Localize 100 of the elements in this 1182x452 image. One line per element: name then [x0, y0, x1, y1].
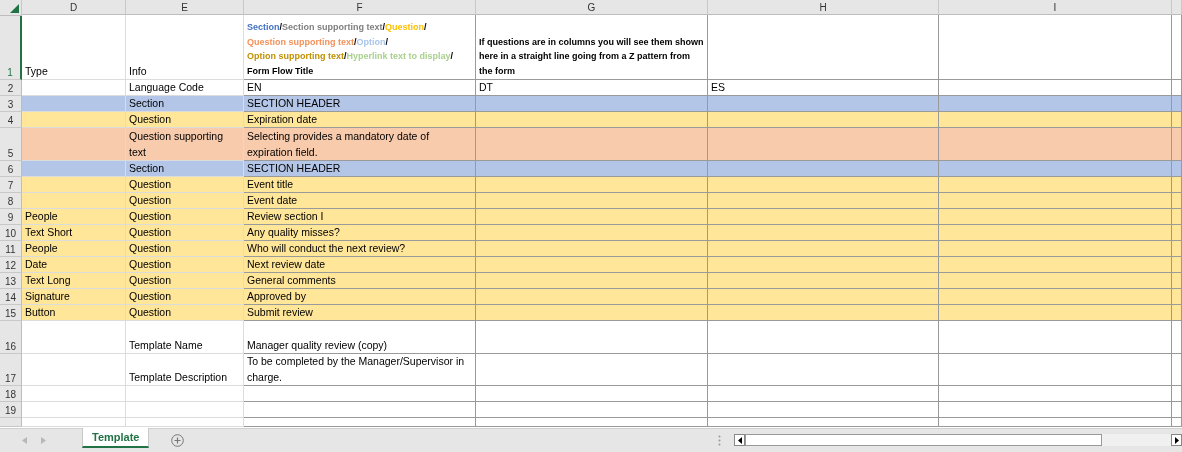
row-header[interactable]: 16: [0, 321, 22, 354]
table-cell: Submit review: [244, 305, 476, 321]
table-cell: SECTION HEADER: [244, 161, 476, 177]
table-cell: General comments: [244, 273, 476, 289]
table-cell: Type: [22, 15, 126, 80]
column-header[interactable]: H: [708, 0, 939, 15]
table-cell: Selecting provides a mandatory date of expiration field.: [244, 128, 476, 161]
table-cell: [1172, 128, 1182, 161]
cell-text: /: [450, 50, 454, 63]
table-cell: Next review date: [244, 257, 476, 273]
table-cell: SECTION HEADER: [244, 96, 476, 112]
table-cell: [1172, 177, 1182, 193]
row-header[interactable]: 9: [0, 209, 22, 225]
table-cell: People: [22, 241, 126, 257]
table-cell: [1172, 193, 1182, 209]
table-cell: Question: [126, 112, 244, 128]
table-cell: Section: [126, 161, 244, 177]
table-cell: Question: [126, 241, 244, 257]
table-cell: [1172, 209, 1182, 225]
splitter-handle-icon[interactable]: [718, 435, 721, 446]
table-cell: Manager quality review (copy): [244, 321, 476, 354]
row-header[interactable]: 2: [0, 80, 22, 96]
table-cell: [1172, 418, 1182, 427]
row-header[interactable]: 12: [0, 257, 22, 273]
row-header[interactable]: 11: [0, 241, 22, 257]
row-header[interactable]: 1: [0, 15, 22, 80]
table-cell: [1172, 225, 1182, 241]
table-cell: Question: [126, 273, 244, 289]
table-cell: Template Name: [126, 321, 244, 354]
cell-text: /: [354, 35, 357, 49]
cell-text: Option supporting text: [247, 50, 344, 63]
table-cell: [1172, 96, 1182, 112]
table-cell: [1172, 289, 1182, 305]
table-cell: [1172, 354, 1182, 386]
column-header[interactable]: D: [22, 0, 126, 15]
cell-text: /: [424, 21, 427, 34]
table-cell: [1172, 321, 1182, 354]
row-header[interactable]: 15: [0, 305, 22, 321]
table-cell: Question: [126, 289, 244, 305]
table-cell: Event date: [244, 193, 476, 209]
column-header[interactable]: F: [244, 0, 476, 15]
cell-text: Section supporting text: [282, 21, 383, 34]
add-sheet-icon[interactable]: [171, 434, 185, 447]
row-header[interactable]: 10: [0, 225, 22, 241]
table-cell: Question: [126, 257, 244, 273]
row-header[interactable]: 18: [0, 386, 22, 402]
table-cell: [1172, 402, 1182, 418]
table-cell: Button: [22, 305, 126, 321]
table-cell: Question: [126, 225, 244, 241]
row-header[interactable]: 14: [0, 289, 22, 305]
row-header[interactable]: 8: [0, 193, 22, 209]
select-all-icon[interactable]: [10, 4, 19, 13]
table-cell: Section: [126, 96, 244, 112]
cell-text: Question supporting text: [247, 35, 354, 49]
table-cell: To be completed by the Manager/Supervisor in charge.: [244, 354, 476, 386]
horizontal-scrollbar[interactable]: [734, 434, 1182, 446]
table-cell: Event title: [244, 177, 476, 193]
cell-text: Form Flow Title: [247, 64, 314, 78]
table-cell: Template Description: [126, 354, 244, 386]
column-header[interactable]: G: [476, 0, 708, 15]
cell-text: /: [279, 21, 283, 34]
table-cell: Review section I: [244, 209, 476, 225]
column-header[interactable]: I: [939, 0, 1172, 15]
table-cell: People: [22, 209, 126, 225]
table-cell: Text Long: [22, 273, 126, 289]
table-cell: Question: [126, 209, 244, 225]
row-header[interactable]: 6: [0, 161, 22, 177]
table-cell: Text Short: [22, 225, 126, 241]
table-cell: [1172, 241, 1182, 257]
row-header[interactable]: 19: [0, 402, 22, 418]
table-cell: If questions are in columns you will see them shown here in a straight line going from a Z pattern from the form: [476, 15, 708, 80]
table-cell: Date: [22, 257, 126, 273]
table-cell: Question: [126, 305, 244, 321]
cell-text: /: [382, 21, 386, 34]
row-header[interactable]: 5: [0, 128, 22, 161]
table-cell: Approved by: [244, 289, 476, 305]
cell-text: Hyperlink text to display: [346, 50, 451, 63]
table-cell: [1172, 386, 1182, 402]
cell-text: Option: [356, 35, 386, 49]
table-cell: [1172, 15, 1182, 80]
table-cell: Expiration date: [244, 112, 476, 128]
row-header[interactable]: 17: [0, 354, 22, 386]
row-header[interactable]: 4: [0, 112, 22, 128]
table-cell: Who will conduct the next review?: [244, 241, 476, 257]
scroll-right-icon[interactable]: [1174, 436, 1179, 444]
sheet-tab[interactable]: Template: [82, 428, 150, 448]
row-header[interactable]: 13: [0, 273, 22, 289]
table-cell: [1172, 112, 1182, 128]
table-cell: Question: [126, 177, 244, 193]
scroll-left-icon[interactable]: [737, 436, 742, 444]
table-cell: Question: [126, 193, 244, 209]
cell-text: Section: [247, 21, 280, 34]
table-cell: [1172, 257, 1182, 273]
table-cell: [1172, 161, 1182, 177]
column-header[interactable]: E: [126, 0, 244, 15]
row-header[interactable]: 3: [0, 96, 22, 112]
cell-text: /: [385, 35, 389, 49]
row-header[interactable]: 7: [0, 177, 22, 193]
table-cell: Signature: [22, 289, 126, 305]
table-cell: [1172, 305, 1182, 321]
